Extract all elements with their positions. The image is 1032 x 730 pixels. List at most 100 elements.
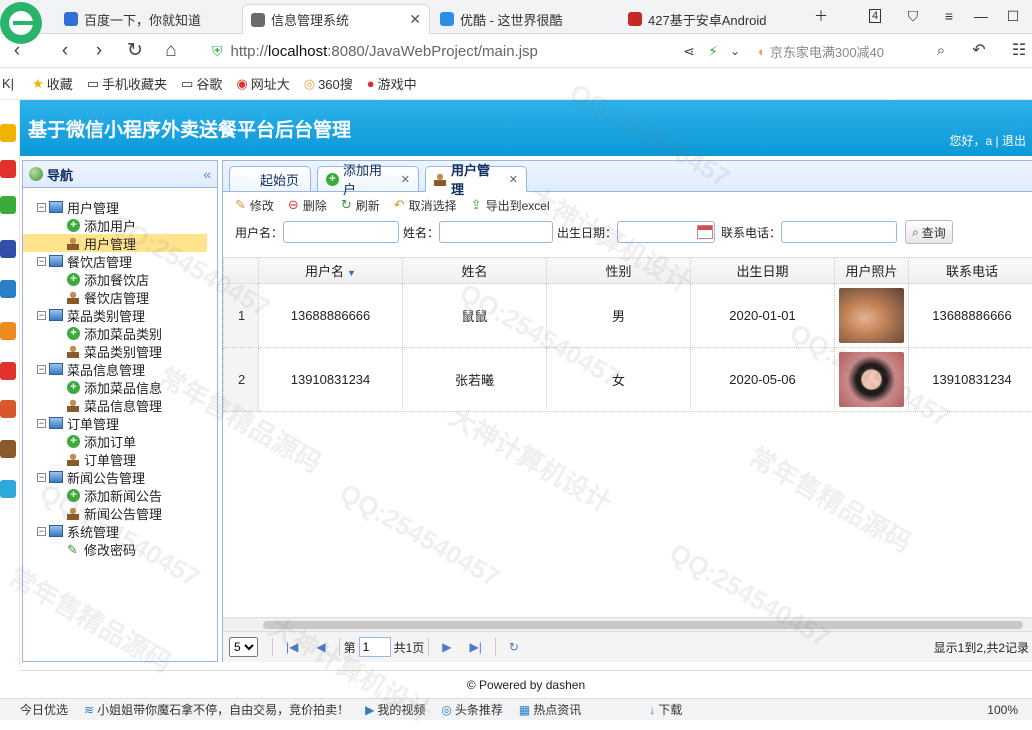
browser-tab-android[interactable]: 427基于安卓Android: [620, 4, 800, 34]
star-icon[interactable]: [0, 124, 16, 142]
back-arrow-icon[interactable]: ‹: [52, 38, 78, 64]
status-hot[interactable]: ▦热点资讯: [519, 701, 581, 718]
browser-tab-active[interactable]: 信息管理系统 ✕: [242, 4, 430, 34]
tab-count[interactable]: 4: [860, 3, 890, 29]
col-header-birth[interactable]: 出生日期: [691, 258, 835, 284]
app-icon[interactable]: [0, 240, 16, 258]
collapse-toggle-icon[interactable]: −: [37, 419, 46, 428]
share-icon[interactable]: ⋖: [676, 38, 702, 64]
col-header-name[interactable]: 姓名: [403, 258, 547, 284]
col-header-gender[interactable]: 性别: [547, 258, 691, 284]
menu-icon[interactable]: ≡: [934, 3, 964, 29]
url-field[interactable]: ⛨ http://localhost:8080/JavaWebProject/m…: [212, 39, 740, 63]
shirt-icon[interactable]: ⛉: [898, 3, 928, 29]
close-icon[interactable]: ✕: [401, 173, 410, 186]
scrollbar-thumb[interactable]: [263, 621, 1023, 629]
search-input[interactable]: ◐ 京东家电满300减40: [758, 39, 948, 63]
bookmark-mobile[interactable]: ▭手机收藏夹: [87, 74, 167, 93]
status-download[interactable]: ↓下载: [649, 701, 682, 718]
name-input[interactable]: [439, 221, 553, 243]
collapse-toggle-icon[interactable]: −: [37, 473, 46, 482]
game-icon[interactable]: [0, 400, 16, 418]
nav-item[interactable]: +添加餐饮店: [23, 270, 217, 288]
calendar-icon[interactable]: [697, 225, 713, 239]
collapse-toggle-icon[interactable]: −: [37, 203, 46, 212]
page-size-select[interactable]: 5: [229, 637, 258, 657]
red-packet-icon[interactable]: [0, 362, 16, 380]
nav-item[interactable]: +添加用户: [23, 216, 217, 234]
new-tab-icon[interactable]: ＋: [806, 3, 836, 29]
chevron-down-icon[interactable]: ⌄: [722, 38, 748, 64]
table-row[interactable]: 1 13688886666 鼠鼠 男 2020-01-01 1368888666…: [224, 284, 1032, 348]
collapse-toggle-icon[interactable]: −: [37, 311, 46, 320]
tab-add-user[interactable]: + 添加用户 ✕: [317, 166, 419, 192]
close-icon[interactable]: ✕: [401, 11, 421, 28]
nav-group[interactable]: −菜品信息管理: [23, 360, 217, 378]
phone-input[interactable]: [781, 221, 897, 243]
col-header-phone[interactable]: 联系电话: [909, 258, 1032, 284]
status-headlines[interactable]: ◎头条推荐: [441, 701, 503, 718]
page-input[interactable]: [359, 637, 391, 657]
unselect-button[interactable]: ↶取消选择: [394, 197, 457, 214]
cloud-icon[interactable]: [0, 480, 16, 498]
close-icon[interactable]: ✕: [509, 173, 518, 186]
next-page-icon[interactable]: ▶: [442, 640, 451, 654]
browser-tab-youku[interactable]: 优酷 - 这世界很酷: [432, 4, 612, 34]
nav-item[interactable]: 新闻公告管理: [23, 504, 217, 522]
nav-group[interactable]: −菜品类别管理: [23, 306, 217, 324]
last-page-icon[interactable]: ▶|: [470, 640, 482, 654]
nav-item[interactable]: ✎修改密码: [23, 540, 217, 558]
query-button[interactable]: ⌕查询: [905, 220, 953, 244]
nav-group[interactable]: −用户管理: [23, 198, 217, 216]
nav-group[interactable]: −餐饮店管理: [23, 252, 217, 270]
reload-icon[interactable]: ↻: [509, 640, 519, 654]
nav-item[interactable]: +添加菜品类别: [23, 324, 217, 342]
temple-icon[interactable]: [0, 440, 16, 458]
prev-page-icon[interactable]: ◀: [316, 640, 325, 654]
bookmark-google[interactable]: ▭谷歌: [181, 74, 222, 93]
nav-item[interactable]: 用户管理: [23, 234, 207, 252]
browser-tab-baidu[interactable]: 百度一下，你就知道: [56, 4, 236, 34]
tab-home[interactable]: 起始页: [229, 166, 311, 192]
forward-icon[interactable]: ›: [86, 38, 112, 64]
search-icon[interactable]: ⌕: [928, 38, 954, 64]
nav-item[interactable]: 菜品信息管理: [23, 396, 217, 414]
tab-user-manage[interactable]: 用户管理 ✕: [425, 166, 527, 192]
username-input[interactable]: [283, 221, 399, 243]
grid-menu-icon[interactable]: ☷: [1006, 38, 1032, 64]
home-icon[interactable]: ⌂: [158, 38, 184, 64]
status-news[interactable]: ≋小姐姐带你魔石拿不停，自由交易，竞价拍卖！: [84, 701, 349, 718]
nav-item[interactable]: +添加新闻公告: [23, 486, 217, 504]
collapse-toggle-icon[interactable]: −: [37, 527, 46, 536]
export-button[interactable]: ⇪导出到excel: [471, 197, 550, 214]
col-header-photo[interactable]: 用户照片: [835, 258, 909, 284]
nav-group[interactable]: −订单管理: [23, 414, 217, 432]
bookmark-favorites[interactable]: ★收藏: [32, 74, 73, 93]
status-today[interactable]: 今日优选: [20, 701, 68, 718]
bookmark-hao[interactable]: ◉网址大: [236, 74, 289, 93]
nav-item[interactable]: +添加菜品信息: [23, 378, 217, 396]
delete-button[interactable]: ⊖删除: [288, 197, 327, 214]
logout-link[interactable]: 退出: [1002, 134, 1026, 148]
minimize-icon[interactable]: —: [966, 3, 996, 29]
nav-item[interactable]: +添加订单: [23, 432, 217, 450]
table-row[interactable]: 2 13910831234 张若曦 女 2020-05-06 139108312…: [224, 348, 1032, 412]
collapse-toggle-icon[interactable]: −: [37, 257, 46, 266]
maximize-icon[interactable]: ☐: [998, 3, 1028, 29]
reload-icon[interactable]: ↻: [122, 38, 148, 64]
first-page-icon[interactable]: |◀: [286, 640, 298, 654]
zoom-level[interactable]: 100%: [987, 703, 1018, 717]
nav-item[interactable]: 餐饮店管理: [23, 288, 217, 306]
nav-group[interactable]: −系统管理: [23, 522, 217, 540]
nav-group[interactable]: −新闻公告管理: [23, 468, 217, 486]
collapse-toggle-icon[interactable]: −: [37, 365, 46, 374]
shop-icon[interactable]: [0, 322, 16, 340]
weibo-icon[interactable]: [0, 160, 16, 178]
horizontal-scrollbar[interactable]: [223, 617, 1032, 631]
edit-button[interactable]: ✎修改: [235, 197, 274, 214]
col-header-username[interactable]: 用户名▼: [259, 258, 403, 284]
collapse-left-icon[interactable]: «: [203, 166, 211, 182]
refresh-button[interactable]: ↻刷新: [341, 197, 380, 214]
bookmark-360[interactable]: ◎360搜: [304, 74, 353, 93]
doc-icon[interactable]: [0, 280, 16, 298]
